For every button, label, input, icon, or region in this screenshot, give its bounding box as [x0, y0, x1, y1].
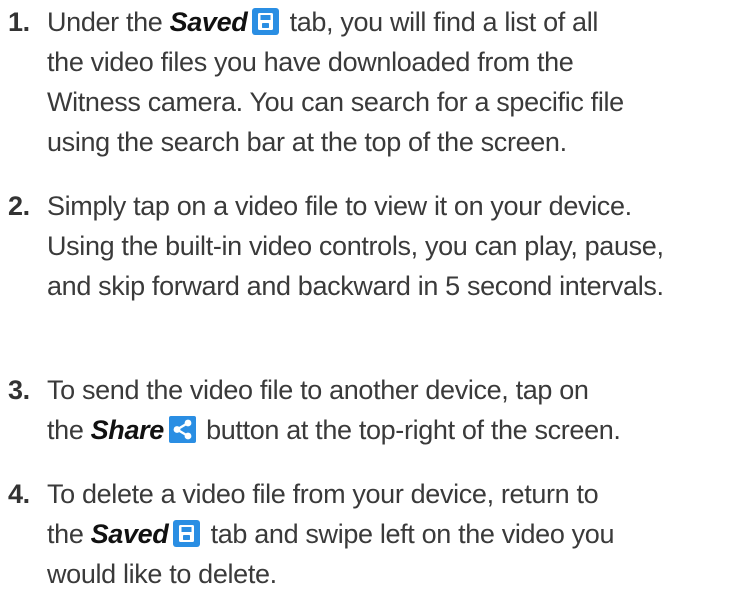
share-icon	[168, 416, 196, 443]
step-number: 4.	[8, 479, 30, 509]
step-line: Witness camera. You can search for a spe…	[47, 87, 624, 117]
step-line: would like to delete.	[47, 559, 277, 589]
step-text: the	[47, 519, 84, 549]
step-text: button at the top-right of the screen.	[206, 415, 621, 445]
step-line: the Share button at the top-right of the…	[0, 410, 738, 450]
step-number: 1.	[8, 7, 30, 37]
step-line: Using the built-in video controls, you c…	[47, 231, 664, 261]
step-text: tab and swipe left on the video you	[210, 519, 615, 549]
step-line: and skip forward and backward in 5 secon…	[47, 271, 664, 301]
saved-tab-name: Saved	[90, 519, 169, 549]
instruction-step-4: 4. To delete a video file from your devi…	[0, 474, 738, 594]
step-number: 3.	[8, 375, 30, 405]
step-line: Under the Saved tab, you will find a lis…	[0, 2, 738, 42]
step-line: To delete a video file from your device,…	[47, 479, 599, 509]
step-line: using the search bar at the top of the s…	[47, 127, 567, 157]
share-button-name: Share	[90, 415, 165, 445]
step-number: 2.	[8, 191, 30, 221]
saved-tab-name: Saved	[169, 7, 248, 37]
step-text: Under the	[47, 7, 163, 37]
instruction-step-1: 1. Under the Saved tab, you will find a …	[0, 2, 738, 162]
step-text: tab, you will find a list of all	[289, 7, 599, 37]
save-icon	[252, 8, 280, 35]
instruction-step-2: 2. Simply tap on a video file to view it…	[0, 186, 738, 306]
step-line: the video files you have downloaded from…	[47, 47, 574, 77]
step-text: the	[47, 415, 84, 445]
step-line: Simply tap on a video file to view it on…	[47, 191, 632, 221]
instruction-step-3: 3. To send the video file to another dev…	[0, 370, 738, 450]
step-line: the Saved tab and swipe left on the vide…	[0, 514, 738, 554]
save-icon	[173, 520, 201, 547]
step-line: To send the video file to another device…	[47, 375, 589, 405]
